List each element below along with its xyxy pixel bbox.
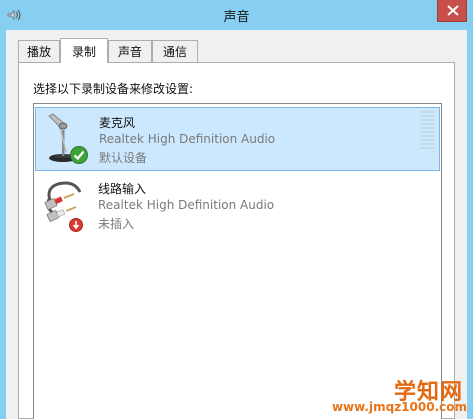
input-level-meter <box>420 111 434 152</box>
device-driver: Realtek High Definition Audio <box>98 198 275 212</box>
close-button[interactable] <box>437 0 467 22</box>
device-status: 默认设备 <box>99 151 148 165</box>
device-name: 线路输入 <box>98 182 147 196</box>
unplugged-arrow-icon <box>69 217 83 232</box>
watermark-url: www.jmqz1000.com <box>331 400 467 414</box>
device-line-in[interactable]: 线路输入 Realtek High Definition Audio 未插入 <box>35 174 440 238</box>
title-bar[interactable]: 声音 <box>0 0 473 30</box>
default-check-icon <box>70 146 88 164</box>
sound-dialog-window: 声音 播放 录制 声音 通信 选择以下录制设备来修改设置: 麦克风 Realte… <box>0 0 473 419</box>
instruction-label: 选择以下录制设备来修改设置: <box>33 82 194 96</box>
window-title: 声音 <box>223 10 250 25</box>
device-microphone[interactable]: 麦克风 Realtek High Definition Audio 默认设备 <box>35 107 440 171</box>
dialog-body: 播放 录制 声音 通信 选择以下录制设备来修改设置: 麦克风 Realtek H… <box>6 30 467 419</box>
site-watermark: 学知网 www.jmqz1000.com <box>322 372 473 419</box>
tab-sounds[interactable]: 声音 <box>108 40 152 62</box>
tab-recording[interactable]: 录制 <box>60 38 108 63</box>
close-icon <box>447 5 459 16</box>
tab-communications[interactable]: 通信 <box>152 40 198 62</box>
recording-panel: 选择以下录制设备来修改设置: 麦克风 Realtek High Definiti… <box>18 62 455 419</box>
tab-playback[interactable]: 播放 <box>18 40 60 62</box>
line-in-cable-icon <box>40 178 92 232</box>
device-name: 麦克风 <box>99 116 136 130</box>
device-driver: Realtek High Definition Audio <box>99 132 276 146</box>
device-status: 未插入 <box>98 217 135 231</box>
